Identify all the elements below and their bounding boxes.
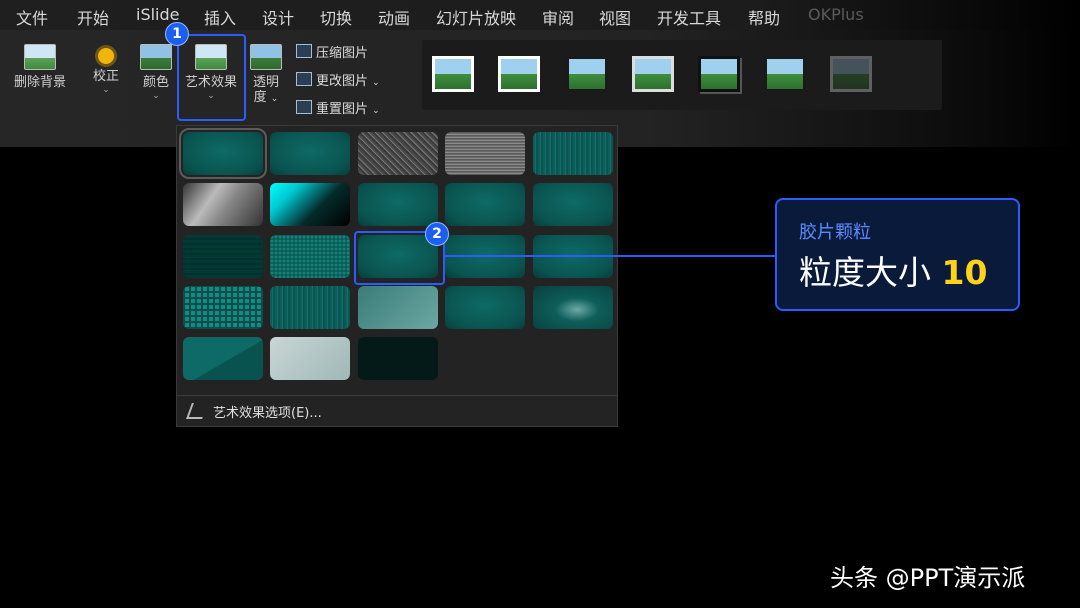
menu-home[interactable]: 开始 xyxy=(77,5,109,29)
brush-icon xyxy=(186,403,208,419)
color-icon xyxy=(140,44,172,70)
remove-background-label: 删除背景 xyxy=(13,75,66,90)
transparency-icon xyxy=(250,44,282,70)
transparency-label-2: 度 xyxy=(253,90,267,105)
menu-okplus[interactable]: OKPlus xyxy=(808,5,864,24)
info-main: 粒度大小 10 xyxy=(799,246,987,294)
compress-pictures-button[interactable]: 压缩图片 xyxy=(296,42,368,61)
menu-insert[interactable]: 插入 xyxy=(204,5,236,29)
info-callout: 胶片颗粒 粒度大小 10 xyxy=(775,198,1020,311)
reset-picture-label: 重置图片 xyxy=(316,102,369,117)
compress-label: 压缩图片 xyxy=(316,46,369,61)
artistic-effects-options-label: 艺术效果选项(E)... xyxy=(213,406,322,421)
effect-paint-brush[interactable] xyxy=(445,183,525,226)
change-picture-label: 更改图片 xyxy=(316,74,369,89)
step-2-badge: 2 xyxy=(425,222,449,246)
effect-plastic-wrap[interactable] xyxy=(445,286,525,329)
chevron-down-icon: ⌄ xyxy=(270,94,279,104)
picture-style-2[interactable] xyxy=(498,56,540,92)
reset-picture-icon xyxy=(296,100,312,114)
menu-design[interactable]: 设计 xyxy=(262,5,294,29)
effect-glow-diffused[interactable] xyxy=(358,337,438,380)
step-1-badge: 1 xyxy=(165,22,189,46)
color-button[interactable]: 颜色 ⌄ xyxy=(136,44,176,101)
gallery-divider xyxy=(177,395,617,396)
menu-transitions[interactable]: 切换 xyxy=(320,5,352,29)
menu-bar: 文件 开始 iSlide 插入 设计 切换 动画 幻灯片放映 审阅 视图 开发工… xyxy=(0,0,1080,30)
menu-file[interactable]: 文件 xyxy=(16,5,48,29)
menu-view[interactable]: 视图 xyxy=(599,5,631,29)
menu-slideshow[interactable]: 幻灯片放映 xyxy=(436,5,516,29)
correct-label: 校正 xyxy=(92,69,119,84)
color-label: 颜色 xyxy=(142,75,169,90)
callout-connector xyxy=(443,255,776,257)
compress-icon xyxy=(296,44,312,58)
artistic-effects-options-button[interactable]: 艺术效果选项(E)... xyxy=(186,402,322,421)
watermark: 头条 @PPT演示派 xyxy=(830,564,1026,592)
effect-crisscross[interactable] xyxy=(183,286,263,329)
chevron-down-icon: ⌄ xyxy=(152,91,160,101)
correct-button[interactable]: 校正 ⌄ xyxy=(86,44,126,95)
transparency-button[interactable]: 透明 度 ⌄ xyxy=(248,44,284,108)
effect-glow-edges[interactable] xyxy=(270,183,350,226)
picture-styles-gallery xyxy=(422,40,942,110)
chevron-down-icon: ⌄ xyxy=(102,85,110,95)
change-picture-button[interactable]: 更改图片 ⌄ xyxy=(296,70,380,89)
menu-developer[interactable]: 开发工具 xyxy=(657,5,721,29)
remove-background-icon xyxy=(24,44,56,70)
effect-mosaic-bubbles[interactable] xyxy=(183,235,263,278)
effect-chalk-sketch[interactable] xyxy=(183,183,263,226)
artistic-effects-highlight xyxy=(177,34,246,121)
effect-light-screen[interactable] xyxy=(270,337,350,380)
picture-style-1[interactable] xyxy=(432,56,474,92)
picture-style-6[interactable] xyxy=(764,56,806,92)
reset-picture-button[interactable]: 重置图片 ⌄ xyxy=(296,98,380,117)
picture-style-4[interactable] xyxy=(632,56,674,92)
effect-none[interactable] xyxy=(179,128,267,179)
menu-review[interactable]: 审阅 xyxy=(542,5,574,29)
effect-pencil-sketch[interactable] xyxy=(445,132,525,175)
chevron-down-icon: ⌄ xyxy=(372,106,380,116)
effect-watercolor[interactable] xyxy=(533,183,613,226)
menu-help[interactable]: 帮助 xyxy=(748,5,780,29)
menu-islide[interactable]: iSlide xyxy=(136,5,180,24)
change-picture-icon xyxy=(296,72,312,86)
effect-paint-strokes[interactable] xyxy=(358,183,438,226)
effect-blur[interactable] xyxy=(533,286,613,329)
remove-background-button[interactable]: 删除背景 xyxy=(10,44,70,91)
effect-cutout[interactable] xyxy=(183,337,263,380)
picture-style-7[interactable] xyxy=(830,56,872,92)
picture-style-5[interactable] xyxy=(698,56,740,92)
info-main-label: 粒度大小 xyxy=(799,253,942,292)
info-main-value: 10 xyxy=(941,253,988,292)
effect-glass[interactable] xyxy=(270,235,350,278)
effect-line-drawing[interactable] xyxy=(533,132,613,175)
effect-pastels[interactable] xyxy=(358,286,438,329)
picture-style-3[interactable] xyxy=(566,56,608,92)
menu-animations[interactable]: 动画 xyxy=(378,5,410,29)
effect-marker[interactable] xyxy=(270,132,350,175)
sun-icon xyxy=(98,48,114,64)
info-subtitle: 胶片颗粒 xyxy=(799,222,871,243)
chevron-down-icon: ⌄ xyxy=(372,78,380,88)
effect-photocopy[interactable] xyxy=(270,286,350,329)
effect-pencil-grayscale[interactable] xyxy=(358,132,438,175)
